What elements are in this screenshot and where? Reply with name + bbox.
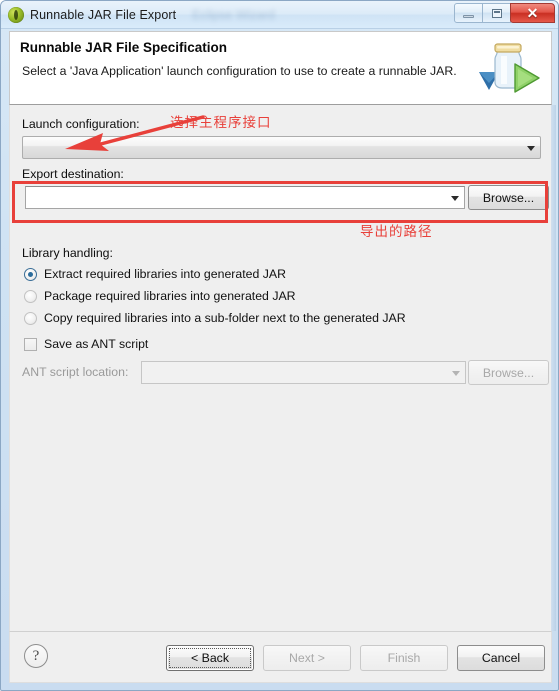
radio-copy-libraries[interactable]: Copy required libraries into a sub-folde…: [24, 311, 406, 325]
eclipse-jar-icon: [8, 6, 24, 23]
ant-script-browse-button[interactable]: Browse...: [468, 360, 549, 385]
back-button[interactable]: < Back: [166, 645, 254, 671]
wizard-footer: ? < Back Next > Finish Cancel: [9, 631, 552, 683]
annotation-launch-config-text: 选择主程序接口: [170, 115, 272, 131]
next-button[interactable]: Next >: [263, 645, 351, 671]
maximize-button[interactable]: [482, 3, 511, 23]
radio-label: Extract required libraries into generate…: [44, 267, 286, 281]
minimize-button[interactable]: [454, 3, 483, 23]
checkbox-label: Save as ANT script: [44, 337, 149, 351]
export-destination-browse-button[interactable]: Browse...: [468, 185, 549, 210]
help-icon[interactable]: ?: [24, 644, 48, 668]
radio-icon: [24, 267, 37, 281]
window-right-edge: [551, 105, 556, 631]
annotation-export-path-text: 导出的路径: [360, 224, 433, 240]
close-icon: ✕: [526, 5, 539, 21]
finish-button[interactable]: Finish: [360, 645, 448, 671]
chevron-down-icon: [452, 370, 460, 376]
cancel-button[interactable]: Cancel: [457, 645, 545, 671]
page-description: Select a 'Java Application' launch confi…: [22, 64, 457, 78]
radio-icon: [24, 289, 37, 303]
blurred-title-overlay: Eclipse Wizard: [192, 7, 275, 22]
close-button[interactable]: ✕: [510, 3, 555, 23]
ant-script-location-combo[interactable]: [141, 361, 466, 384]
radio-label: Package required libraries into generate…: [44, 289, 296, 303]
radio-label: Copy required libraries into a sub-folde…: [44, 311, 406, 325]
page-title: Runnable JAR File Specification: [20, 40, 228, 55]
export-destination-label: Export destination:: [22, 167, 124, 181]
save-as-ant-script-checkbox[interactable]: Save as ANT script: [24, 337, 148, 351]
launch-configuration-combo[interactable]: [22, 136, 541, 159]
checkbox-icon: [24, 337, 37, 351]
chevron-down-icon: [451, 195, 459, 201]
radio-icon: [24, 311, 37, 325]
library-handling-label: Library handling:: [22, 246, 113, 260]
title-bar[interactable]: Runnable JAR File Export Eclipse Wizard …: [1, 1, 558, 29]
chevron-down-icon: [527, 145, 535, 151]
wizard-header: Runnable JAR File Specification Select a…: [9, 31, 552, 105]
runnable-jar-icon: [479, 43, 540, 93]
minimize-icon: [463, 14, 474, 18]
wizard-body: Launch configuration: Export destination…: [9, 105, 552, 631]
radio-package-libraries[interactable]: Package required libraries into generate…: [24, 289, 296, 303]
window-title: Runnable JAR File Export: [30, 7, 177, 22]
launch-configuration-label: Launch configuration:: [22, 117, 140, 131]
runnable-jar-export-dialog: Runnable JAR File Export Eclipse Wizard …: [0, 0, 559, 691]
radio-extract-libraries[interactable]: Extract required libraries into generate…: [24, 267, 286, 281]
export-destination-combo[interactable]: [25, 186, 465, 209]
window-controls: ✕: [454, 3, 555, 23]
ant-script-location-label: ANT script location:: [22, 365, 129, 379]
maximize-icon: [491, 8, 502, 18]
